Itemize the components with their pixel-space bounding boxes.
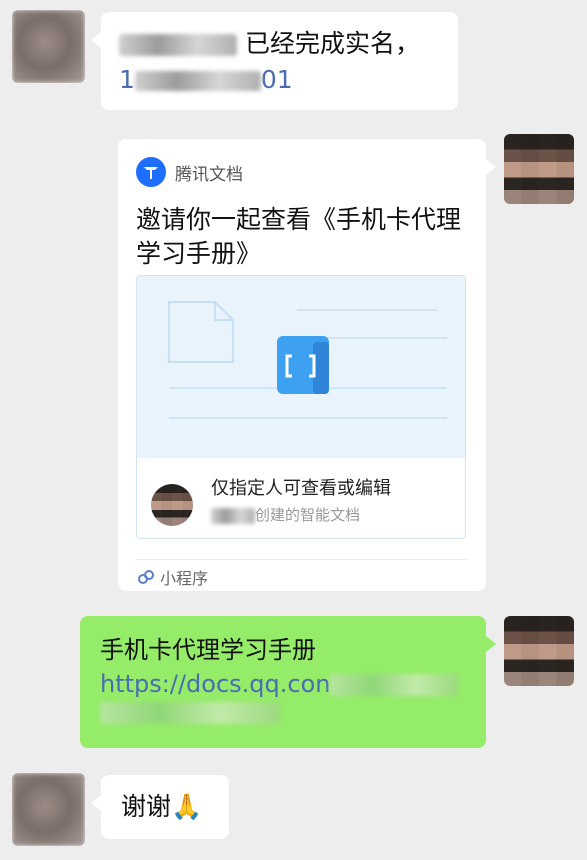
card-app-name: 腾讯文档 [175, 164, 243, 185]
creator-avatar [151, 484, 193, 526]
redacted-name [211, 507, 255, 524]
creator-text: 创建的智能文档 [211, 504, 360, 525]
redacted-url-line2 [100, 702, 280, 724]
message-1-link[interactable]: 1 01 [119, 64, 293, 96]
message-bubble-1[interactable]: 已经完成实名， 1 01 [91, 12, 458, 110]
doc-preview[interactable]: 仅指定人可查看或编辑 创建的智能文档 [136, 275, 466, 539]
message-bubble-3[interactable]: 手机卡代理学习手册 https://docs.qq.con [80, 616, 496, 748]
avatar-self[interactable] [504, 134, 574, 204]
redacted-url [330, 674, 459, 696]
doc-share-card[interactable]: 腾讯文档 邀请你一起查看《手机卡代理学习手册》 仅指定人可查看或编辑 创建的智能… [118, 139, 496, 591]
message-4-text: 谢谢🙏 [121, 792, 203, 821]
avatar-contact[interactable] [12, 10, 85, 83]
avatar-contact[interactable] [12, 773, 85, 846]
message-bubble-4[interactable]: 谢谢🙏 [91, 775, 229, 839]
tencent-docs-logo-icon [136, 157, 166, 187]
card-divider [136, 559, 468, 560]
message-3-link[interactable]: https://docs.qq.con [100, 668, 459, 700]
mini-program-footer: 小程序 [136, 565, 208, 589]
message-3-title: 手机卡代理学习手册 [100, 636, 316, 664]
redacted-text [119, 34, 237, 56]
redacted-number [134, 71, 261, 91]
avatar-self[interactable] [504, 616, 574, 686]
card-title: 邀请你一起查看《手机卡代理学习手册》 [136, 205, 462, 268]
mini-program-icon [138, 570, 154, 584]
message-1-text: 已经完成实名， [119, 26, 420, 62]
document-icon [168, 301, 447, 419]
permission-text: 仅指定人可查看或编辑 [211, 478, 391, 499]
